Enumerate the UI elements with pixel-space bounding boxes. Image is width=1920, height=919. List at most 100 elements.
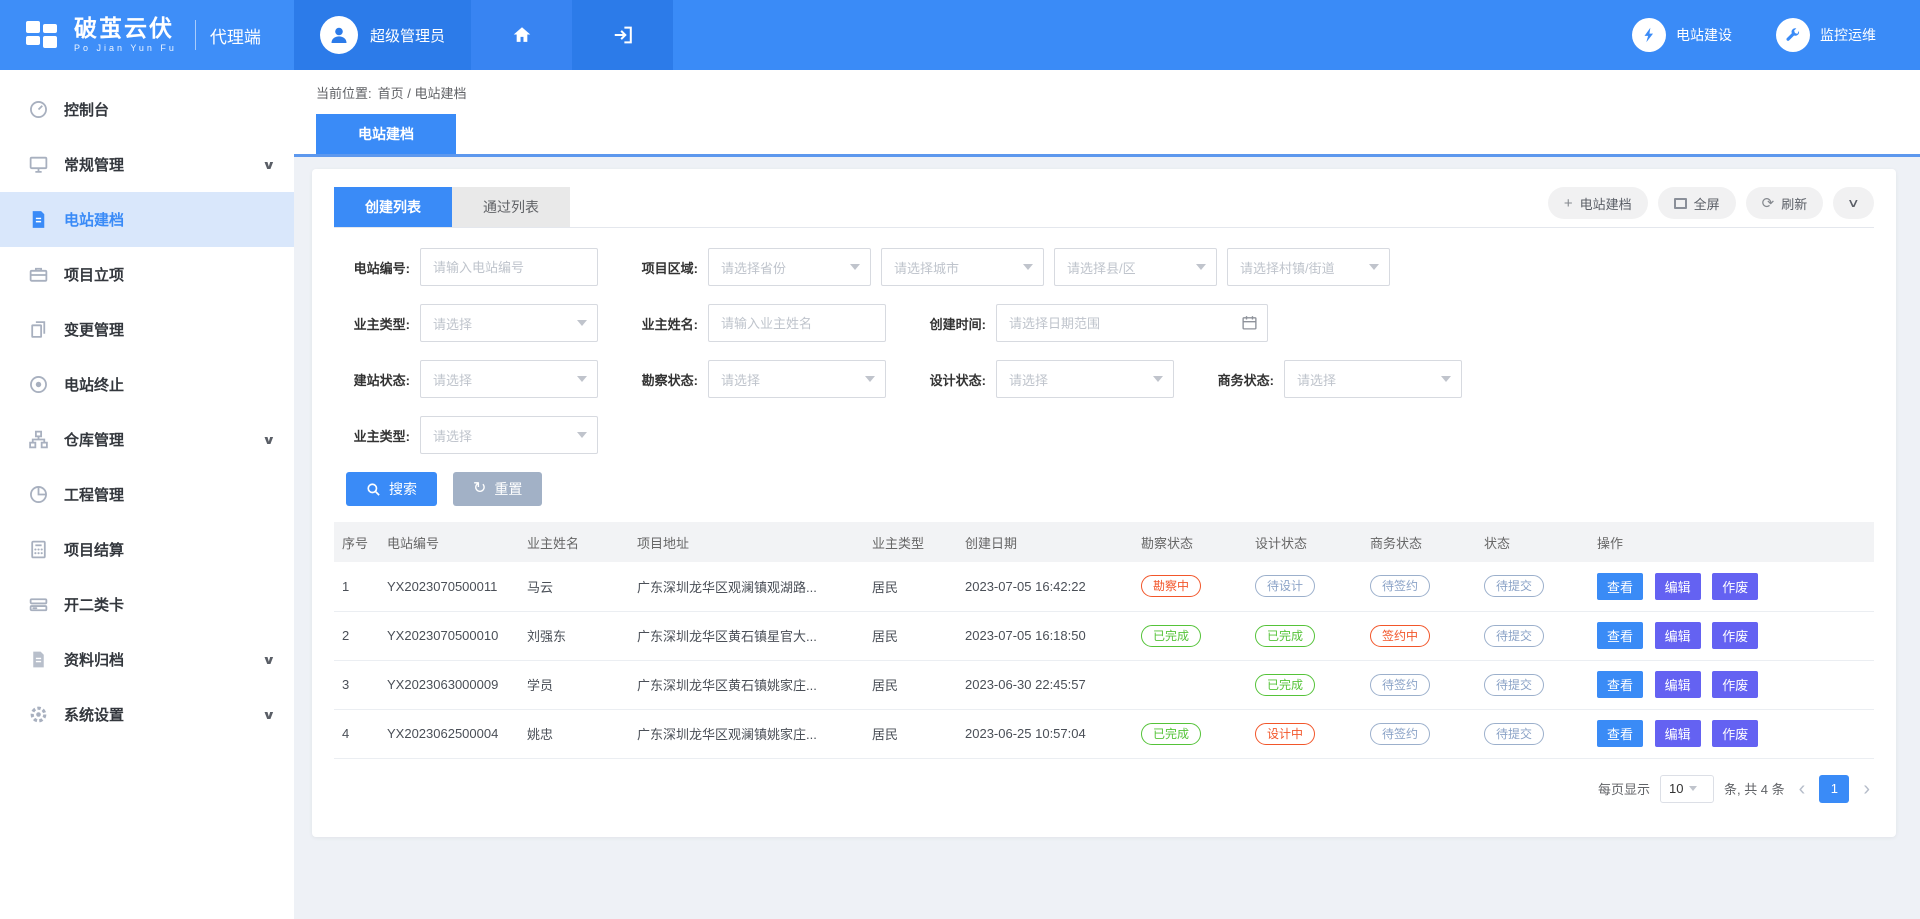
nav-station-build[interactable]: 电站建设	[1632, 0, 1732, 70]
sidebar-item-station-termination[interactable]: 电站终止	[0, 357, 294, 412]
tab-create-list[interactable]: 创建列表	[334, 187, 452, 227]
collapse-toolbar-button[interactable]: ∨	[1833, 187, 1874, 219]
user-menu[interactable]: 超级管理员	[294, 0, 471, 70]
owner-name-input[interactable]	[708, 304, 886, 342]
cell-station-code: YX2023070500010	[379, 611, 519, 660]
caret-icon	[577, 376, 587, 382]
survey-status-badge: 已完成	[1141, 723, 1201, 745]
station-code-input[interactable]	[420, 248, 598, 286]
business-status-select[interactable]: 请选择	[1284, 360, 1462, 398]
top-bar: 破茧云伏 Po Jian Yun Fu 代理端 超级管理员 电站建	[0, 0, 1920, 70]
status-badge: 待提交	[1484, 723, 1544, 745]
caret-icon	[577, 432, 587, 438]
view-button[interactable]: 查看	[1597, 573, 1643, 600]
search-button[interactable]: 搜索	[346, 472, 437, 506]
edit-button[interactable]: 编辑	[1655, 671, 1701, 698]
refresh-button[interactable]: ⟳ 刷新	[1746, 187, 1824, 219]
page-tab-row: 电站建档	[294, 114, 1920, 157]
main-content: 当前位置: 首页 / 电站建档 电站建档 创建列表 通过列表 + 电站建档	[294, 70, 1920, 919]
fullscreen-button[interactable]: 全屏	[1658, 187, 1736, 219]
build-status-select[interactable]: 请选择	[420, 360, 598, 398]
tab-passed-list[interactable]: 通过列表	[452, 187, 570, 227]
sidebar-item-system-settings[interactable]: 系统设置 ∨	[0, 687, 294, 742]
cell-create-date: 2023-07-05 16:18:50	[957, 611, 1133, 660]
chevron-down-icon: ∨	[262, 653, 276, 667]
page-tab-station-archive[interactable]: 电站建档	[316, 114, 456, 154]
owner-type-label: 业主类型:	[336, 314, 410, 333]
design-status-badge: 待设计	[1255, 575, 1315, 597]
survey-status-label: 勘察状态:	[624, 370, 698, 389]
void-button[interactable]: 作废	[1712, 622, 1758, 649]
user-icon	[328, 24, 350, 46]
nav-label: 监控运维	[1820, 25, 1876, 45]
sidebar-item-general-mgmt[interactable]: 常规管理 ∨	[0, 137, 294, 192]
chevron-down-icon: ∨	[1847, 196, 1860, 210]
sidebar-item-engineering-mgmt[interactable]: 工程管理	[0, 467, 294, 522]
sidebar-item-project-initiation[interactable]: 项目立项	[0, 247, 294, 302]
cell-actions: 查看 编辑 作废	[1589, 660, 1874, 709]
view-button[interactable]: 查看	[1597, 622, 1643, 649]
cell-actions: 查看 编辑 作废	[1589, 562, 1874, 611]
region-label: 项目区域:	[624, 258, 698, 277]
town-select[interactable]: 请选择村镇/街道	[1227, 248, 1390, 286]
plus-icon: +	[1564, 196, 1573, 211]
sidebar-item-data-archive[interactable]: 资料归档 ∨	[0, 632, 294, 687]
document-icon	[26, 208, 50, 232]
brand: 破茧云伏 Po Jian Yun Fu 代理端	[0, 0, 294, 70]
page-number-button[interactable]: 1	[1819, 775, 1849, 803]
create-station-button[interactable]: + 电站建档	[1548, 187, 1648, 219]
logout-button[interactable]	[572, 0, 673, 70]
city-select[interactable]: 请选择城市	[881, 248, 1044, 286]
cell-index: 3	[334, 660, 379, 709]
survey-status-badge: 已完成	[1141, 625, 1201, 647]
reset-button[interactable]: ↻ 重置	[453, 472, 542, 506]
province-select[interactable]: 请选择省份	[708, 248, 871, 286]
logo-icon	[22, 15, 62, 55]
edit-button[interactable]: 编辑	[1655, 622, 1701, 649]
owner-type2-select[interactable]: 请选择	[420, 416, 598, 454]
county-select[interactable]: 请选择县/区	[1054, 248, 1217, 286]
void-button[interactable]: 作废	[1712, 671, 1758, 698]
pagination: 每页显示 10 条, 共 4 条 ‹ 1 ›	[334, 775, 1874, 803]
sidebar-item-class2-card[interactable]: 开二类卡	[0, 577, 294, 632]
avatar	[320, 16, 358, 54]
date-range-input[interactable]	[996, 304, 1268, 342]
edit-button[interactable]: 编辑	[1655, 720, 1701, 747]
void-button[interactable]: 作废	[1712, 573, 1758, 600]
sidebar-item-project-settlement[interactable]: 项目结算	[0, 522, 294, 577]
sidebar-item-station-archive[interactable]: 电站建档	[0, 192, 294, 247]
owner-type-select[interactable]: 请选择	[420, 304, 598, 342]
prev-page-button[interactable]: ‹	[1795, 779, 1810, 799]
home-button[interactable]	[471, 0, 572, 70]
edit-button[interactable]: 编辑	[1655, 573, 1701, 600]
content-card: 创建列表 通过列表 + 电站建档 全屏 ⟳ 刷新	[312, 169, 1896, 837]
caret-icon	[1153, 376, 1163, 382]
design-status-badge: 设计中	[1255, 723, 1315, 745]
breadcrumb-path[interactable]: 首页 / 电站建档	[378, 83, 467, 102]
table-row: 1 YX2023070500011 马云 广东深圳龙华区观澜镇观湖路... 居民…	[334, 562, 1874, 611]
design-status-select[interactable]: 请选择	[996, 360, 1174, 398]
sidebar-item-change-mgmt[interactable]: 变更管理	[0, 302, 294, 357]
caret-icon	[1689, 786, 1697, 791]
next-page-button[interactable]: ›	[1859, 779, 1874, 799]
sidebar-item-console[interactable]: 控制台	[0, 82, 294, 137]
view-button[interactable]: 查看	[1597, 671, 1643, 698]
copy-icon	[26, 318, 50, 342]
survey-status-select[interactable]: 请选择	[708, 360, 886, 398]
caret-icon	[865, 376, 875, 382]
caret-icon	[577, 320, 587, 326]
per-page-label: 每页显示	[1598, 779, 1650, 798]
per-page-select[interactable]: 10	[1660, 775, 1714, 803]
status-badge: 待提交	[1484, 625, 1544, 647]
survey-status-badge: 勘察中	[1141, 575, 1201, 597]
sidebar-item-warehouse-mgmt[interactable]: 仓库管理 ∨	[0, 412, 294, 467]
settings-icon	[26, 703, 50, 727]
void-button[interactable]: 作废	[1712, 720, 1758, 747]
warehouse-icon	[26, 428, 50, 452]
business-status-badge: 待签约	[1370, 723, 1430, 745]
view-button[interactable]: 查看	[1597, 720, 1643, 747]
table-header-row: 序号电站编号 业主姓名项目地址 业主类型创建日期 勘察状态设计状态 商务状态状态…	[334, 522, 1874, 562]
cell-index: 2	[334, 611, 379, 660]
nav-monitor-ops[interactable]: 监控运维	[1776, 0, 1876, 70]
owner-type2-label: 业主类型:	[336, 426, 410, 445]
